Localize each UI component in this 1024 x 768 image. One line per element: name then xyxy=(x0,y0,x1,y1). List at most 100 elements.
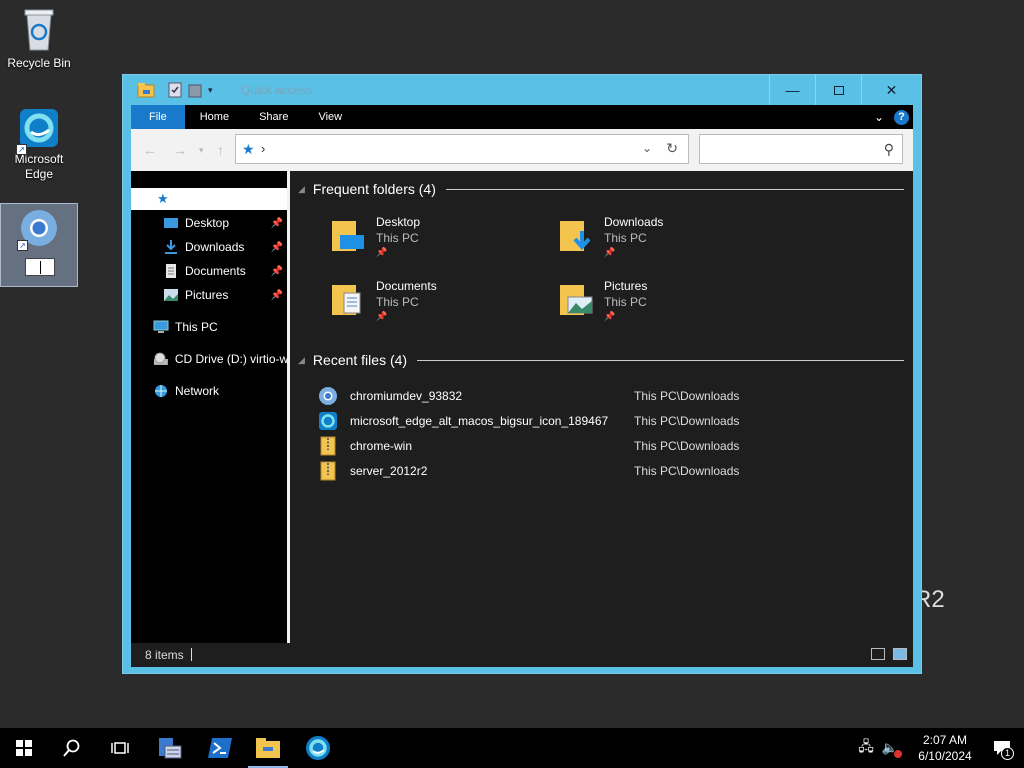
folder-location: This PC xyxy=(376,231,419,245)
zip-folder-icon xyxy=(320,461,336,481)
folder-location: This PC xyxy=(376,295,419,309)
file-explorer-window[interactable]: ▾ Quick access — ✕ File Home Share View … xyxy=(122,74,922,674)
task-view-button[interactable] xyxy=(96,728,144,768)
minimize-button[interactable]: — xyxy=(769,75,815,105)
minimize-icon: — xyxy=(785,82,800,98)
system-tray: 🖧 🔈 2:07 AM 6/10/2024 1 xyxy=(858,728,1024,768)
pin-icon: 📌 xyxy=(604,247,616,257)
divider xyxy=(161,82,162,98)
up-arrow-icon[interactable]: ↑ xyxy=(217,142,224,158)
nav-item-quick-access[interactable]: ★ Quick access xyxy=(131,188,287,210)
volume-muted-icon[interactable]: 🔈 xyxy=(882,740,902,758)
item-count: 8 items xyxy=(145,648,184,662)
help-icon[interactable]: ? xyxy=(894,109,909,125)
frequent-folders-header[interactable]: ◢ Frequent folders (4) xyxy=(298,181,904,197)
maximize-icon xyxy=(833,85,844,95)
nav-item-label: Desktop xyxy=(185,216,230,230)
close-button[interactable]: ✕ xyxy=(861,75,921,105)
folder-tile-downloads[interactable]: Downloads This PC 📌 xyxy=(558,211,758,263)
folder-name: Pictures xyxy=(604,279,648,293)
recent-file-row[interactable]: chromiumdev_93832 This PC\Downloads xyxy=(318,385,898,407)
desktop-icon-recycle-bin[interactable]: Recycle Bin xyxy=(0,6,78,71)
edge-file-icon xyxy=(319,412,337,430)
folder-tile-pictures[interactable]: Pictures This PC 📌 xyxy=(558,275,758,327)
clock[interactable]: 2:07 AM 6/10/2024 xyxy=(910,732,980,764)
computer-icon xyxy=(153,320,169,333)
recent-locations-icon[interactable]: ▾ xyxy=(199,145,204,156)
address-dropdown-icon[interactable]: ⌄ xyxy=(642,141,652,155)
notification-badge: 1 xyxy=(1001,747,1014,760)
recent-file-row[interactable]: server_2012r2 This PC\Downloads xyxy=(318,460,898,482)
nav-item-label: Network xyxy=(175,384,220,398)
expand-ribbon-icon[interactable]: ⌄ xyxy=(874,110,884,124)
window-title: Quick access xyxy=(241,83,313,97)
customize-dropdown-icon[interactable]: ▾ xyxy=(208,85,213,96)
server-manager-icon xyxy=(159,738,182,759)
action-center-button[interactable]: 1 xyxy=(980,728,1024,768)
address-bar[interactable]: ★ › ⌄ ↻ xyxy=(235,134,689,164)
search-button[interactable] xyxy=(48,728,96,768)
new-folder-icon[interactable] xyxy=(188,82,202,98)
taskbar: 🖧 🔈 2:07 AM 6/10/2024 1 xyxy=(0,728,1024,768)
edge-button[interactable] xyxy=(294,728,342,768)
details-view-icon[interactable] xyxy=(871,648,885,660)
tab-file[interactable]: File xyxy=(131,105,185,129)
start-button[interactable] xyxy=(0,728,48,768)
clock-time: 2:07 AM xyxy=(922,733,968,747)
large-icons-view-icon[interactable] xyxy=(893,648,907,660)
rename-input[interactable] xyxy=(25,258,55,276)
maximize-button[interactable] xyxy=(815,75,861,105)
tab-view[interactable]: View xyxy=(303,105,357,129)
network-status-icon[interactable]: 🖧 xyxy=(858,736,874,760)
tab-share[interactable]: Share xyxy=(244,105,303,129)
folder-tile-documents[interactable]: Documents This PC 📌 xyxy=(330,275,530,327)
pin-icon[interactable]: 📌 xyxy=(271,290,283,301)
refresh-icon[interactable]: ↻ xyxy=(666,140,678,157)
collapse-triangle-icon: ◢ xyxy=(298,183,305,194)
navigation-bar: ← → ▾ ↑ ★ › ⌄ ↻ ⚲ xyxy=(131,129,913,171)
nav-item-documents[interactable]: Documents 📌 xyxy=(131,260,287,282)
nav-item-cd-drive[interactable]: CD Drive (D:) virtio-w xyxy=(131,348,287,370)
text-caret xyxy=(40,261,41,274)
folder-name: Documents xyxy=(376,279,437,293)
folder-name: Desktop xyxy=(376,215,421,229)
nav-item-network[interactable]: Network xyxy=(131,380,287,402)
collapse-triangle-icon: ◢ xyxy=(298,354,305,365)
pin-icon[interactable]: 📌 xyxy=(271,242,283,253)
nav-item-this-pc[interactable]: This PC xyxy=(131,316,287,338)
forward-arrow-icon[interactable]: → xyxy=(173,142,187,158)
desktop-icon-label: Microsoft Edge xyxy=(14,152,64,181)
server-manager-button[interactable] xyxy=(146,728,194,768)
pin-icon[interactable]: 📌 xyxy=(271,266,283,277)
back-arrow-icon[interactable]: ← xyxy=(143,142,157,158)
network-icon xyxy=(155,385,167,397)
navigation-pane: ★ Quick access Desktop 📌 Downloads 📌 Doc… xyxy=(131,171,287,643)
chromium-file-icon xyxy=(319,387,337,405)
nav-item-desktop[interactable]: Desktop 📌 xyxy=(131,212,287,234)
folder-tile-desktop[interactable]: Desktop This PC 📌 xyxy=(330,211,530,263)
ribbon-tabs: File Home Share View ⌄ ? xyxy=(131,105,913,129)
desktop-icon-chromium-renaming[interactable]: ↗ xyxy=(0,203,78,287)
desktop-icon-microsoft-edge[interactable]: ↗ Microsoft Edge xyxy=(0,108,78,182)
pin-icon[interactable]: 📌 xyxy=(271,218,283,229)
address-separator[interactable]: › xyxy=(261,141,265,156)
recent-file-row[interactable]: microsoft_edge_alt_macos_bigsur_icon_189… xyxy=(318,410,898,432)
task-view-icon xyxy=(111,742,129,754)
folder-location: This PC xyxy=(604,231,647,245)
powershell-icon xyxy=(208,738,232,758)
powershell-button[interactable] xyxy=(196,728,244,768)
search-input[interactable]: ⚲ xyxy=(699,134,903,164)
document-icon xyxy=(166,264,176,278)
tab-home[interactable]: Home xyxy=(185,105,244,129)
recent-file-row[interactable]: chrome-win This PC\Downloads xyxy=(318,435,898,457)
nav-item-pictures[interactable]: Pictures 📌 xyxy=(131,284,287,306)
file-explorer-button[interactable] xyxy=(244,728,292,768)
zip-folder-icon xyxy=(320,436,336,456)
recent-files-header[interactable]: ◢ Recent files (4) xyxy=(298,352,904,368)
pin-icon: 📌 xyxy=(376,311,388,321)
nav-item-label: Downloads xyxy=(185,240,245,254)
search-icon xyxy=(63,739,80,757)
properties-icon[interactable] xyxy=(168,82,182,98)
title-bar[interactable]: ▾ Quick access — ✕ xyxy=(123,75,921,105)
nav-item-downloads[interactable]: Downloads 📌 xyxy=(131,236,287,258)
